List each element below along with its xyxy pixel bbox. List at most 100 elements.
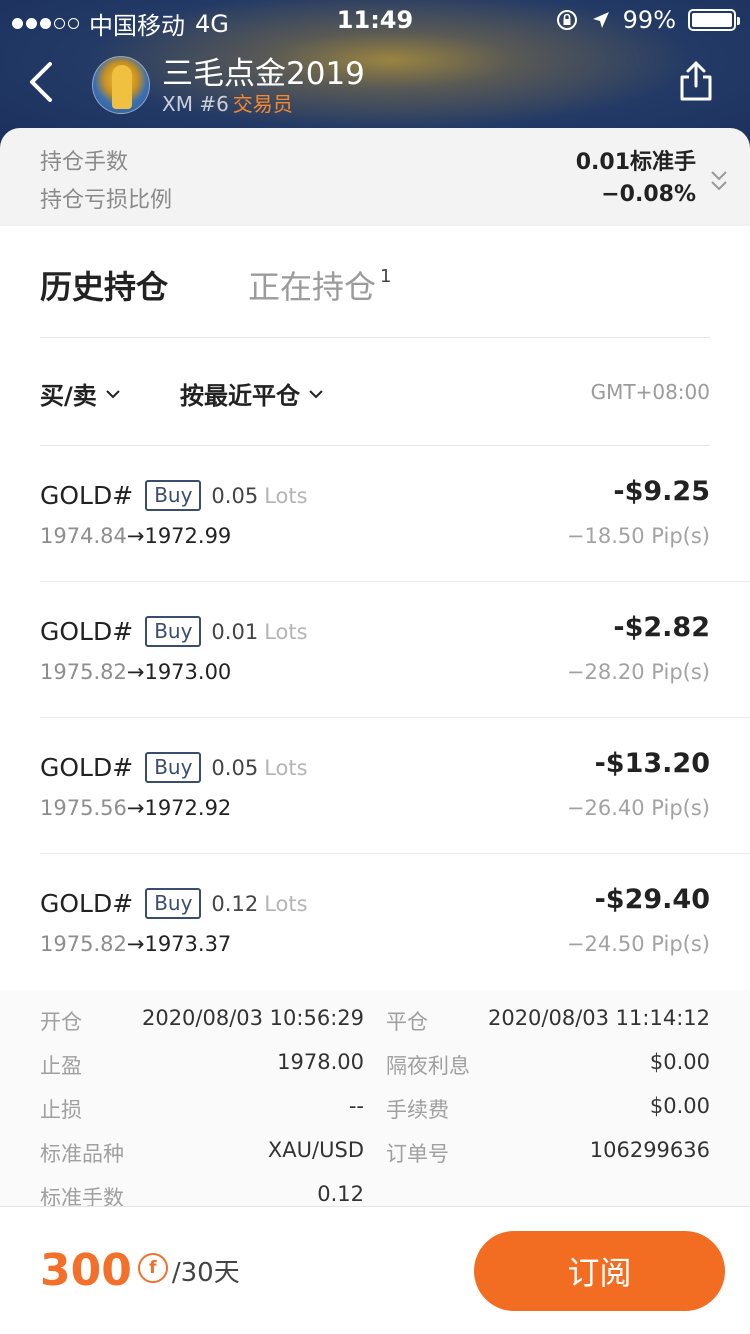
lots: 0.12: [211, 891, 259, 916]
symbol: GOLD#: [40, 753, 134, 782]
pips: −28.20 Pip(s): [566, 660, 710, 684]
lots-unit: Lots: [264, 891, 308, 916]
share-button[interactable]: [678, 60, 714, 102]
close-price: 1973.37: [144, 932, 232, 956]
back-button[interactable]: [24, 60, 64, 104]
battery-icon: [688, 9, 740, 31]
channel-subtitle: XM #6 交易员: [162, 88, 293, 117]
trade-detail-panel: 开仓 2020/08/03 10:56:29 平仓 2020/08/03 11:…: [0, 990, 750, 1208]
chevron-down-icon: [309, 389, 323, 398]
avatar[interactable]: [92, 56, 150, 114]
stop-loss-value: --: [348, 1094, 364, 1118]
swap-value: $0.00: [649, 1050, 710, 1074]
tab-history-label: 历史持仓: [40, 268, 169, 306]
chevron-down-icon: [106, 389, 120, 398]
side-badge: Buy: [145, 616, 202, 647]
symbol: GOLD#: [40, 481, 134, 510]
open-time-label: 开仓: [40, 1010, 82, 1034]
position-summary[interactable]: 持仓手数 0.01标准手 持仓亏损比例 −0.08%: [0, 128, 750, 226]
lots-unit: Lots: [264, 755, 308, 780]
battery-fill: [692, 13, 732, 27]
close-time-value: 2020/08/03 11:14:12: [487, 1006, 710, 1030]
lots-value: 0.01标准手: [575, 150, 696, 175]
subscribe-button[interactable]: 订阅: [474, 1231, 725, 1311]
pips: −24.50 Pip(s): [566, 932, 710, 956]
channel-title: 三毛点金2019: [162, 56, 365, 92]
role-label: 交易员: [232, 92, 293, 116]
open-price: 1974.84: [40, 524, 127, 548]
trade-symbol-line: GOLD# Buy 0.05 Lots: [40, 480, 308, 511]
open-time-value: 2020/08/03 10:56:29: [141, 1006, 364, 1030]
standard-lots-value: 0.12: [317, 1182, 364, 1206]
profit-loss: -$9.25: [613, 476, 710, 507]
price-range: 1975.82→1973.00: [40, 660, 231, 684]
symbol: GOLD#: [40, 889, 134, 918]
account-id: XM #6: [162, 92, 229, 116]
order-number-label: 订单号: [386, 1142, 449, 1166]
side-filter-dropdown[interactable]: 买/卖: [40, 376, 121, 411]
trade-row-expanded[interactable]: GOLD# Buy 0.12 Lots 1975.82→1973.37 -$29…: [0, 854, 750, 990]
sort-dropdown[interactable]: 按最近平仓: [180, 376, 324, 411]
timezone-label: GMT+08:00: [590, 380, 710, 404]
price-amount: 300: [40, 1245, 132, 1296]
trade-symbol-line: GOLD# Buy 0.05 Lots: [40, 752, 308, 783]
tab-open-positions[interactable]: 正在持仓 1: [248, 262, 391, 308]
subscription-price: 300 f /30天: [40, 1245, 240, 1296]
pips: −18.50 Pip(s): [566, 524, 710, 548]
arrow-right-icon: →: [126, 932, 145, 956]
tabs-divider: [40, 337, 710, 338]
close-price: 1972.99: [144, 524, 232, 548]
trade-row[interactable]: GOLD# Buy 0.01 Lots 1975.82→1973.00 -$2.…: [0, 582, 750, 718]
subscribe-bar: 300 f /30天 订阅: [0, 1206, 750, 1334]
orientation-lock-icon: [556, 10, 577, 30]
trade-symbol-line: GOLD# Buy 0.01 Lots: [40, 616, 308, 647]
battery-percent: 99%: [622, 6, 676, 34]
expand-chevron-icon[interactable]: [708, 168, 730, 194]
tab-open-label: 正在持仓: [248, 268, 377, 306]
close-time-label: 平仓: [386, 1010, 428, 1034]
open-price: 1975.56: [40, 796, 127, 820]
lots: 0.05: [211, 755, 259, 780]
lots: 0.01: [211, 619, 259, 644]
symbol: GOLD#: [40, 617, 134, 646]
buddha-figure-icon: [112, 65, 132, 109]
take-profit-value: 1978.00: [277, 1050, 364, 1074]
trade-row[interactable]: GOLD# Buy 0.05 Lots 1974.84→1972.99 -$9.…: [0, 446, 750, 582]
side-badge: Buy: [145, 752, 202, 783]
profit-loss: -$13.20: [594, 748, 710, 779]
sort-label: 按最近平仓: [180, 382, 300, 410]
side-badge: Buy: [145, 888, 202, 919]
side-filter-label: 买/卖: [40, 382, 97, 410]
arrow-right-icon: →: [126, 660, 145, 684]
profit-loss: -$29.40: [594, 884, 710, 915]
open-price: 1975.82: [40, 932, 127, 956]
trade-row[interactable]: GOLD# Buy 0.05 Lots 1975.56→1972.92 -$13…: [0, 718, 750, 854]
arrow-right-icon: →: [126, 524, 145, 548]
lots-unit: Lots: [264, 483, 308, 508]
close-price: 1973.00: [144, 660, 232, 684]
lots-label: 持仓手数: [40, 150, 129, 175]
location-arrow-icon: [592, 12, 609, 28]
swap-label: 隔夜利息: [386, 1054, 470, 1078]
fee-label: 手续费: [386, 1098, 449, 1122]
coin-icon: f: [137, 1252, 168, 1283]
profit-loss: -$2.82: [613, 612, 710, 643]
instrument-value: XAU/USD: [267, 1138, 364, 1162]
arrow-right-icon: →: [126, 796, 145, 820]
status-bar: 中国移动 4G 11:49 99%: [0, 0, 750, 40]
price-range: 1974.84→1972.99: [40, 524, 231, 548]
stop-loss-label: 止损: [40, 1098, 82, 1122]
pnl-ratio-label: 持仓亏损比例: [40, 188, 173, 213]
take-profit-label: 止盈: [40, 1054, 82, 1078]
pips: −26.40 Pip(s): [566, 796, 710, 820]
lots-unit: Lots: [264, 619, 308, 644]
price-range: 1975.82→1973.37: [40, 932, 231, 956]
close-price: 1972.92: [144, 796, 232, 820]
lots: 0.05: [211, 483, 259, 508]
pnl-ratio-value: −0.08%: [601, 182, 696, 207]
status-right: 99%: [555, 6, 740, 34]
open-price: 1975.82: [40, 660, 127, 684]
fee-value: $0.00: [649, 1094, 710, 1118]
tab-history[interactable]: 历史持仓: [40, 262, 168, 308]
price-period: /30天: [171, 1258, 240, 1288]
